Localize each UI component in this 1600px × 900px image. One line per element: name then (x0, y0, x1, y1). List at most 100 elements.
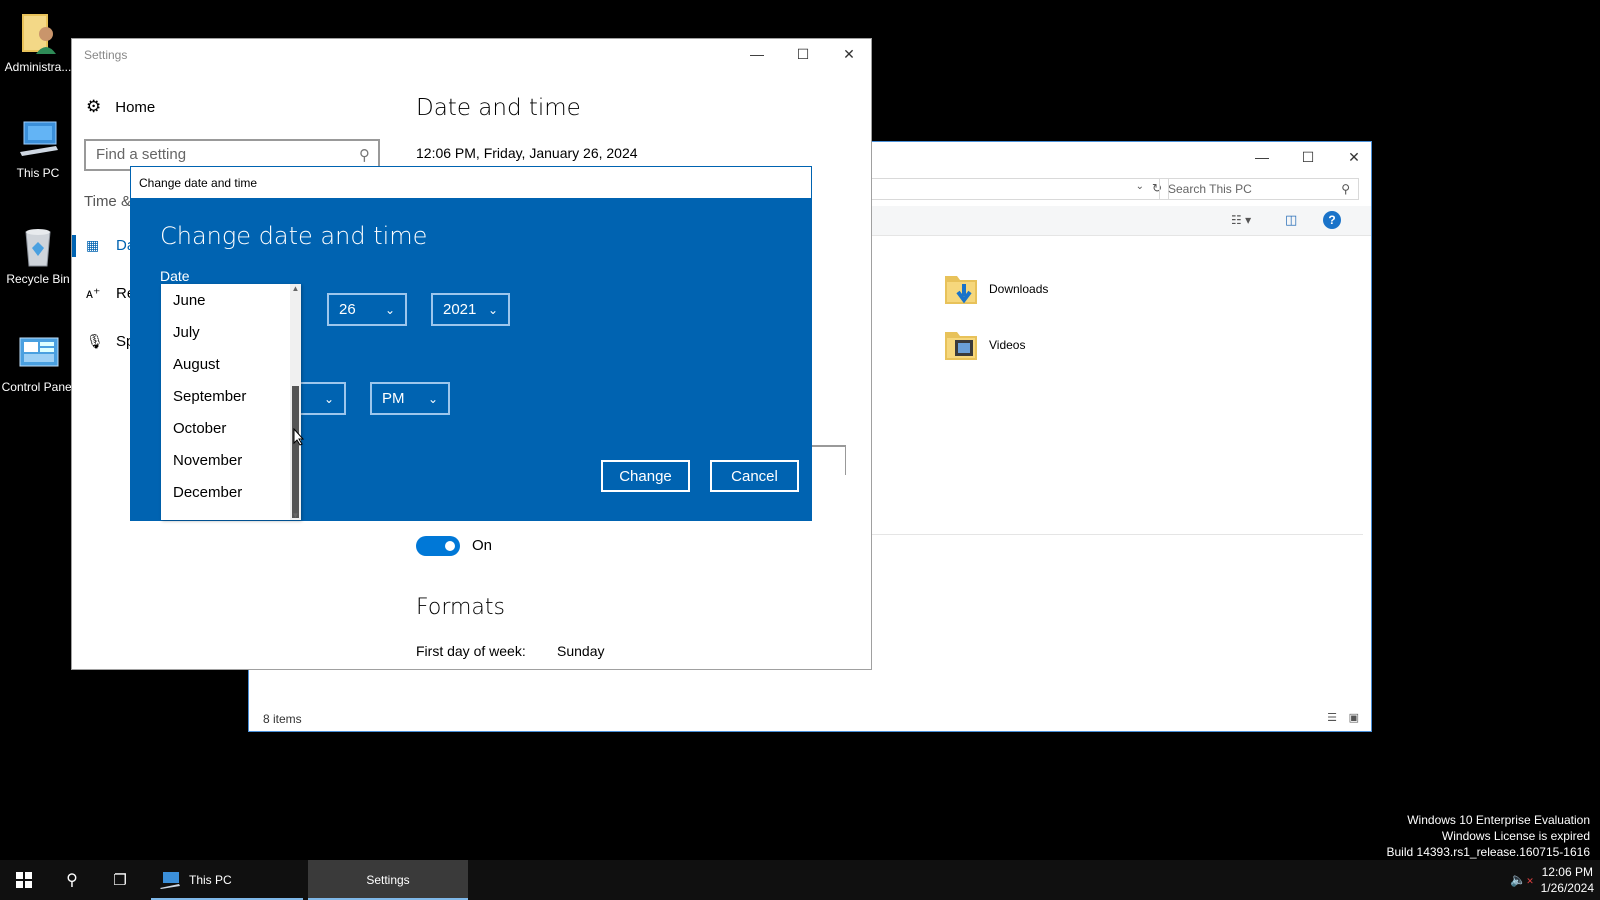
details-view-icon[interactable]: ☰ (1327, 711, 1337, 724)
desktop-icon-this-pc[interactable]: This PC (0, 118, 76, 180)
year-dropdown[interactable]: 2021 ⌄ (431, 293, 510, 326)
dialog-heading: Change date and time (160, 222, 428, 250)
desktop-icon-label: Administra... (4, 60, 72, 74)
timezone-dropdown-edge[interactable] (812, 445, 846, 475)
calendar-icon: ▦ (86, 237, 100, 253)
month-option[interactable]: July (161, 318, 301, 350)
volume-muted-icon[interactable]: 🔈✕ (1510, 872, 1534, 888)
ampm-value: PM (382, 390, 405, 407)
watermark-line: Windows 10 Enterprise Evaluation (1407, 813, 1590, 827)
settings-titlebar: Settings — ☐ ✕ (72, 39, 871, 71)
maximize-button[interactable]: ☐ (780, 39, 826, 69)
day-dropdown[interactable]: 26 ⌄ (327, 293, 407, 326)
desktop-icon-administrator[interactable]: Administra... (0, 12, 76, 74)
month-option[interactable]: September (161, 382, 301, 414)
search-icon[interactable]: ⚲ (359, 146, 370, 164)
search-placeholder: Search This PC (1168, 182, 1252, 196)
dialog-titlebar: Change date and time (131, 167, 811, 198)
month-dropdown-list[interactable]: June July August September October Novem… (161, 284, 301, 520)
folder-label: Downloads (989, 282, 1049, 296)
preview-pane-icon[interactable]: ◫ (1285, 212, 1297, 228)
month-option[interactable]: October (161, 414, 301, 446)
toggle-label: On (472, 537, 493, 554)
divider (869, 534, 1363, 535)
watermark-line: Windows License is expired (1441, 829, 1590, 843)
nav-speech[interactable]: 🎙 Sp (86, 333, 134, 350)
item-count: 8 items (263, 712, 302, 726)
minute-dropdown[interactable]: ⌄ (299, 382, 346, 415)
region-language-icon: ᴀ⁺ (86, 285, 101, 301)
change-button[interactable]: Change (601, 460, 690, 492)
chevron-down-icon: ⌄ (427, 391, 438, 406)
minimize-button[interactable]: — (1239, 142, 1285, 172)
desktop-icon-control-panel[interactable]: Control Panel (0, 332, 76, 394)
cancel-button[interactable]: Cancel (710, 460, 799, 492)
first-day-label: First day of week: (416, 643, 526, 659)
computer-icon (160, 872, 180, 889)
downloads-folder-icon (943, 270, 981, 308)
license-watermark: Windows 10 Enterprise Evaluation Windows… (1387, 812, 1591, 860)
videos-folder-icon (943, 326, 981, 364)
nav-date-time[interactable]: ▦ Da (86, 237, 135, 254)
desktop-icon-label: Recycle Bin (6, 272, 70, 286)
taskbar-this-pc[interactable]: This PC (151, 860, 303, 900)
clock-date: 1/26/2024 (1540, 881, 1594, 895)
folder-downloads[interactable]: Downloads (943, 270, 1048, 308)
search-button[interactable]: ⚲ (48, 860, 96, 900)
toggle-switch[interactable] (416, 536, 460, 556)
change-button-label: Change (619, 467, 672, 485)
computer-icon (16, 118, 60, 162)
year-value: 2021 (443, 301, 477, 318)
scroll-up-icon[interactable]: ▲ (290, 284, 301, 293)
list-scrollbar[interactable]: ▲ ▼ (290, 284, 301, 520)
gear-icon: ⚙ (86, 97, 102, 116)
clock-time: 12:06 PM (1541, 865, 1593, 879)
view-options-icon[interactable]: ☷ ▾ (1231, 213, 1251, 227)
minimize-button[interactable]: — (734, 39, 780, 69)
formats-heading: Formats (416, 595, 505, 620)
chevron-down-icon: ⌄ (384, 302, 395, 317)
desktop-icon-label: Control Panel (1, 380, 75, 394)
maximize-button[interactable]: ☐ (1285, 142, 1331, 172)
chevron-down-icon: ⌄ (323, 391, 334, 406)
windows-logo-icon (16, 872, 32, 888)
date-label: Date (160, 268, 190, 284)
cancel-button-label: Cancel (731, 467, 778, 485)
current-datetime: 12:06 PM, Friday, January 26, 2024 (416, 145, 638, 161)
month-option[interactable]: November (161, 446, 301, 478)
watermark-line: Build 14393.rs1_release.160715-1616 (1386, 845, 1591, 859)
close-button[interactable]: ✕ (1331, 142, 1377, 172)
scrollbar-thumb[interactable] (292, 386, 299, 518)
control-panel-icon (16, 332, 60, 376)
mouse-cursor-icon (293, 428, 305, 446)
close-button[interactable]: ✕ (826, 39, 872, 69)
month-option[interactable]: June (161, 286, 301, 318)
desktop-icon-label: This PC (16, 166, 60, 180)
user-folder-icon (16, 12, 60, 56)
month-option[interactable]: August (161, 350, 301, 382)
start-button[interactable] (0, 860, 48, 900)
ampm-dropdown[interactable]: PM ⌄ (370, 382, 450, 415)
help-icon[interactable]: ? (1323, 211, 1341, 229)
find-placeholder: Find a setting (96, 146, 187, 163)
nav-region-language[interactable]: ᴀ⁺ Re (86, 285, 135, 302)
status-bar: 8 items ☰ ▣ (249, 707, 1371, 731)
desktop-icon-recycle-bin[interactable]: Recycle Bin (0, 224, 76, 286)
home-nav-item[interactable]: ⚙ Home (86, 97, 155, 117)
folder-videos[interactable]: Videos (943, 326, 1025, 364)
recycle-bin-icon (16, 224, 60, 268)
large-icons-view-icon[interactable]: ▣ (1349, 711, 1359, 724)
window-title: Settings (84, 48, 128, 62)
taskbar-label: Settings (366, 873, 410, 887)
chevron-down-icon: ⌄ (487, 302, 498, 317)
explorer-search-input[interactable]: Search This PC ⚲ (1159, 178, 1359, 200)
search-icon: ⚲ (66, 872, 78, 889)
scroll-down-icon[interactable]: ▼ (290, 511, 301, 520)
chevron-down-icon[interactable]: ⌄ (1136, 181, 1144, 192)
taskbar-clock[interactable]: 12:06 PM 1/26/2024 (1541, 864, 1594, 896)
taskbar-settings[interactable]: Settings (308, 860, 468, 900)
search-icon[interactable]: ⚲ (1341, 182, 1350, 196)
page-title: Date and time (416, 95, 581, 121)
month-option[interactable]: December (161, 478, 301, 510)
task-view-button[interactable]: ❐ (96, 860, 144, 900)
